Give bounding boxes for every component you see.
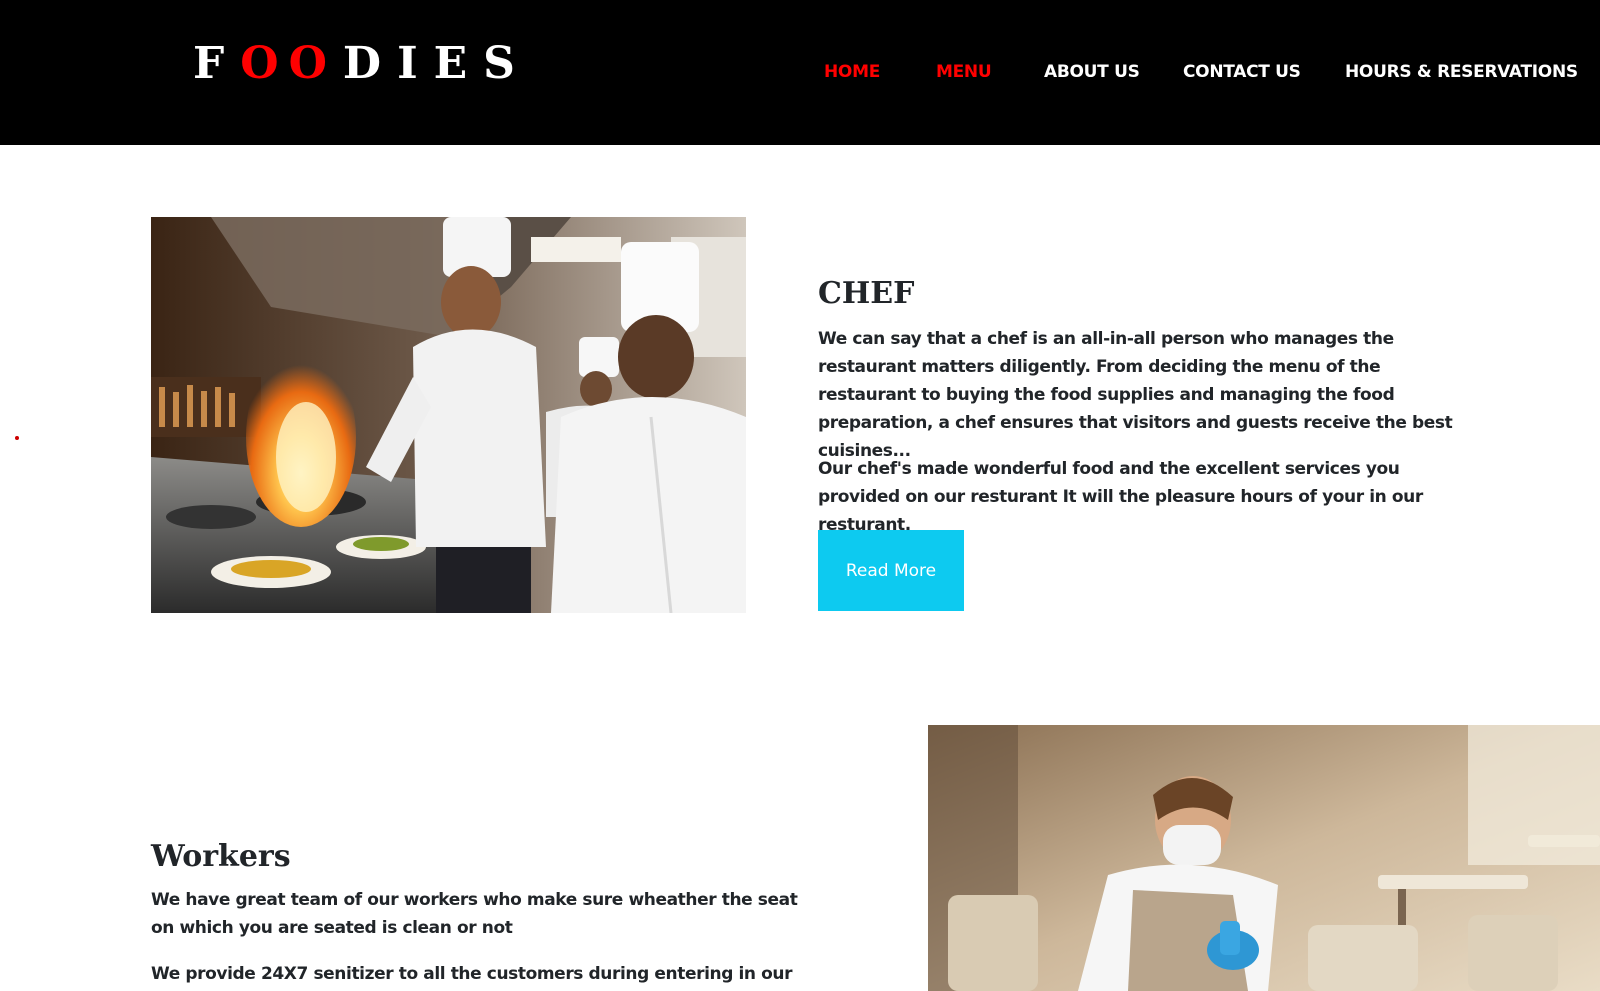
nav-home[interactable]: HOME [824, 60, 880, 84]
worker-cleaning-photo [928, 725, 1600, 991]
chef-title: CHEF [818, 276, 915, 311]
workers-title: Workers [151, 839, 291, 874]
chef-paragraph-1: We can say that a chef is an all-in-all … [818, 329, 1453, 461]
top-navbar: FOO DIES HOME MENU ABOUT US CONTACT US HO… [0, 0, 1600, 145]
workers-paragraph-1: We have great team of our workers who ma… [151, 890, 798, 938]
nav-about-us[interactable]: ABOUT US [1044, 60, 1140, 84]
nav-hours-reservations[interactable]: HOURS & RESERVATIONS [1345, 60, 1578, 84]
read-more-button[interactable]: Read More [818, 530, 964, 611]
nav-contact-us[interactable]: CONTACT US [1183, 60, 1301, 84]
workers-paragraph-2: We provide 24X7 senitizer to all the cus… [151, 964, 793, 984]
chef-paragraph-2: Our chef's made wonderful food and the e… [818, 459, 1423, 535]
decorative-dot [15, 436, 19, 440]
main-nav: HOME MENU ABOUT US CONTACT US HOURS & RE… [0, 60, 1600, 90]
nav-menu[interactable]: MENU [936, 60, 992, 84]
chef-kitchen-photo [151, 217, 746, 613]
